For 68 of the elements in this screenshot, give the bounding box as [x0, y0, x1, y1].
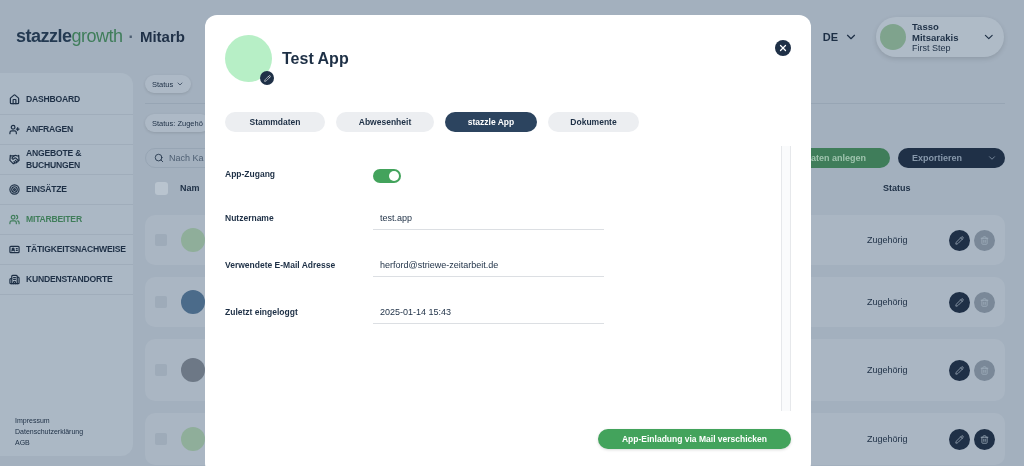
column-header: Status [883, 183, 912, 193]
nav-icon [9, 94, 20, 105]
brand-logo-suffix: growth [71, 26, 123, 47]
nav-icon [9, 154, 20, 165]
nav-icon [9, 244, 20, 255]
trash-icon [980, 434, 989, 444]
edit-button[interactable] [949, 359, 970, 381]
nav-item[interactable]: DASHBOARD [0, 85, 133, 115]
status-text: Zugehörig [867, 235, 909, 245]
page-title: Mitarb [139, 28, 185, 45]
edit-button[interactable] [949, 229, 970, 251]
nav-icon [9, 184, 20, 195]
chevron-down-icon [176, 80, 185, 88]
field-label: Verwendete E-Mail Adresse [225, 260, 337, 270]
scrollbar[interactable] [781, 146, 791, 411]
nav-icon [9, 274, 20, 285]
pencil-icon [955, 434, 964, 444]
edit-avatar-button[interactable] [260, 71, 274, 85]
brand-logo: stazzle [16, 26, 72, 47]
status-text: Zugehörig [867, 297, 909, 307]
nav-item[interactable]: KUNDENSTANDORTE [0, 265, 133, 295]
pencil-icon [955, 297, 964, 307]
nav-item[interactable]: ANFRAGEN [0, 115, 133, 145]
nav-item[interactable]: ANGEBOTE & BUCHUNGEN [0, 145, 133, 175]
export-button[interactable]: Exportieren [898, 148, 1005, 168]
avatar [181, 290, 205, 314]
tab[interactable]: Abwesenheit [336, 112, 434, 132]
close-button[interactable] [775, 40, 791, 56]
avatar [225, 35, 272, 82]
modal-title: Test App [282, 49, 349, 68]
nav-item[interactable]: TÄTIGKEITSNACHWEISE [0, 235, 133, 265]
avatar [181, 427, 205, 451]
user-menu[interactable]: Tasso Mitsarakis First Step [876, 16, 1004, 57]
trash-icon [980, 365, 989, 375]
language-selector[interactable]: DE [822, 29, 858, 44]
field-label: Nutzername [225, 213, 275, 223]
search-icon [154, 153, 164, 163]
status-text: Zugehörig [867, 434, 909, 444]
nav-icon [9, 124, 20, 135]
field-label: App-Zugang [225, 169, 277, 179]
chevron-down-icon [987, 153, 997, 163]
pencil-icon [955, 235, 964, 245]
field-label: Zuletzt eingeloggt [225, 307, 299, 317]
pencil-icon [263, 74, 271, 82]
edit-button[interactable] [949, 428, 970, 450]
delete-button[interactable] [974, 428, 995, 450]
tab[interactable]: Dokumente [548, 112, 639, 132]
tab[interactable]: stazzle App [445, 112, 537, 132]
user-name: Tasso Mitsarakis [912, 20, 960, 43]
pencil-icon [955, 365, 964, 375]
input-field[interactable]: test.app [373, 213, 604, 230]
input-field[interactable]: herford@striewe-zeitarbeit.de [373, 260, 604, 277]
trash-icon [980, 297, 989, 307]
edit-button[interactable] [949, 291, 970, 313]
separator-dot: · [128, 27, 134, 46]
close-icon [778, 43, 788, 53]
toggle-switch[interactable] [373, 169, 401, 183]
avatar [880, 23, 906, 50]
input-field[interactable]: 2025-01-14 15:43 [373, 307, 604, 324]
user-company: First Step [912, 42, 952, 53]
nav-item[interactable]: EINSÄTZE [0, 175, 133, 205]
status-text: Zugehörig [867, 365, 909, 375]
avatar [181, 228, 205, 252]
tab[interactable]: Stammdaten [225, 112, 325, 132]
avatar [181, 358, 205, 382]
column-header: Nam [180, 183, 200, 193]
trash-icon [980, 235, 989, 245]
nav-icon [9, 214, 20, 225]
